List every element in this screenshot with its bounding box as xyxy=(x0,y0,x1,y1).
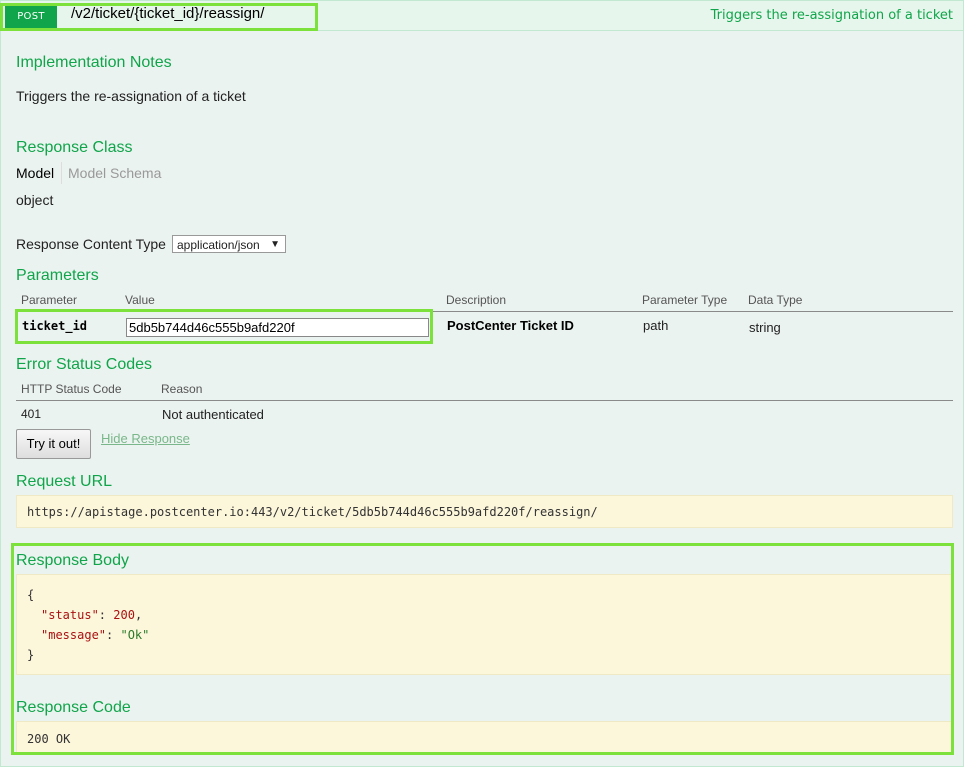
json-open-brace: { xyxy=(27,588,35,602)
error-status-codes-heading: Error Status Codes xyxy=(16,356,153,373)
response-code-box: 200 OK xyxy=(16,721,953,754)
operation-header[interactable]: POST /v2/ticket/{ticket_id}/reassign/ Tr… xyxy=(1,1,963,31)
response-content-type-select[interactable]: application/json ▼ xyxy=(172,235,286,253)
col-parameter-type: Parameter Type xyxy=(642,293,728,307)
request-url-box: https://apistage.postcenter.io:443/v2/ti… xyxy=(16,495,953,528)
implementation-notes-text: Triggers the re-assignation of a ticket xyxy=(16,88,246,104)
try-it-out-button[interactable]: Try it out! xyxy=(16,429,91,459)
response-code-value: 200 OK xyxy=(27,732,71,746)
json-close-brace: } xyxy=(27,648,35,662)
method-badge: POST xyxy=(5,5,57,29)
response-body-heading: Response Body xyxy=(16,552,129,569)
parameters-heading: Parameters xyxy=(16,267,99,284)
chevron-down-icon: ▼ xyxy=(270,239,280,250)
json-message-key: "message" xyxy=(41,628,107,642)
param-name: ticket_id xyxy=(22,319,88,333)
tab-divider xyxy=(61,162,62,184)
select-value: application/json xyxy=(177,238,260,252)
response-content-type-label: Response Content Type xyxy=(16,236,166,252)
json-status-value: 200 xyxy=(113,608,135,622)
json-message-value: "Ok" xyxy=(120,628,150,642)
error-reason: Not authenticated xyxy=(162,407,264,422)
error-code: 401 xyxy=(21,407,42,421)
request-url: https://apistage.postcenter.io:443/v2/ti… xyxy=(27,505,598,519)
ticket-id-input[interactable]: 5db5b744d46c555b9afd220f xyxy=(126,318,429,337)
col-http-status-code: HTTP Status Code xyxy=(21,382,122,396)
json-status-key: "status" xyxy=(41,608,99,622)
response-body-box: { "status": 200, "message": "Ok" } xyxy=(16,574,953,675)
tab-model[interactable]: Model xyxy=(16,165,54,181)
param-type: path xyxy=(643,318,669,333)
request-url-heading: Request URL xyxy=(16,473,113,490)
parameters-header-rule xyxy=(16,311,953,312)
error-codes-header-rule xyxy=(16,400,953,401)
param-description: PostCenter Ticket ID xyxy=(447,318,574,333)
operation-path[interactable]: /v2/ticket/{ticket_id}/reassign/ xyxy=(71,5,264,22)
response-code-heading: Response Code xyxy=(16,699,131,716)
json-status-line: "status": 200, xyxy=(41,608,143,622)
json-message-line: "message": "Ok" xyxy=(41,628,150,642)
implementation-notes-heading: Implementation Notes xyxy=(16,54,172,71)
response-class-value: object xyxy=(16,192,54,208)
col-value: Value xyxy=(125,293,155,307)
col-parameter: Parameter xyxy=(21,293,78,307)
operation-panel: POST /v2/ticket/{ticket_id}/reassign/ Tr… xyxy=(0,0,964,767)
tab-model-schema[interactable]: Model Schema xyxy=(68,165,161,181)
operation-summary[interactable]: Triggers the re-assignation of a ticket xyxy=(711,8,953,23)
col-description: Description xyxy=(446,293,507,307)
hide-response-link[interactable]: Hide Response xyxy=(101,431,190,446)
response-class-heading: Response Class xyxy=(16,139,133,156)
param-data-type: string xyxy=(749,320,781,335)
col-reason: Reason xyxy=(161,382,203,396)
col-data-type: Data Type xyxy=(748,293,803,307)
